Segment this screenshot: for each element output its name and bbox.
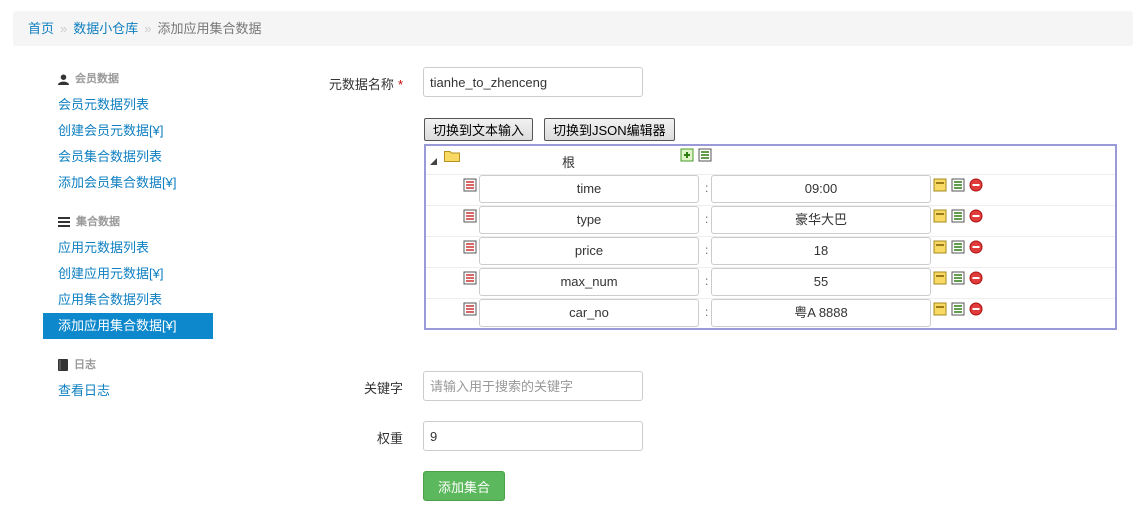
sidebar-item-add-member-collection[interactable]: 添加会员集合数据[¥]: [43, 170, 213, 196]
add-sibling-icon[interactable]: [933, 271, 947, 288]
row-list-icon[interactable]: [463, 302, 477, 319]
sidebar-item-create-member-meta[interactable]: 创建会员元数据[¥]: [43, 118, 213, 144]
add-child-icon[interactable]: [951, 240, 965, 257]
row-list-icon[interactable]: [463, 271, 477, 288]
sidebar-header-log: 日志: [43, 352, 213, 378]
sidebar-group-log: 日志 查看日志: [43, 352, 213, 404]
weight-input[interactable]: [423, 421, 643, 451]
row-key-input[interactable]: max_num: [479, 268, 699, 296]
json-editor-row: price : 18: [426, 236, 1115, 268]
sidebar-item-app-collection-list[interactable]: 应用集合数据列表: [43, 287, 213, 313]
list-icon: [58, 217, 70, 227]
delete-icon[interactable]: [969, 271, 983, 288]
row-key-input[interactable]: car_no: [479, 299, 699, 327]
add-child-icon[interactable]: [951, 302, 965, 319]
json-editor-row: type : 豪华大巴: [426, 205, 1115, 237]
breadcrumb-separator: »: [144, 21, 152, 36]
json-editor-row: car_no : 粤A 8888: [426, 298, 1115, 329]
row-list-icon[interactable]: [463, 209, 477, 226]
add-sibling-icon[interactable]: [933, 240, 947, 257]
row-separator: :: [705, 212, 709, 226]
row-separator: :: [705, 243, 709, 257]
sidebar-header-collection: 集合数据: [43, 209, 213, 235]
user-icon: [58, 73, 69, 85]
json-editor-row: max_num : 55: [426, 267, 1115, 299]
row-value-input[interactable]: 粤A 8888: [711, 299, 931, 327]
sidebar: 会员数据 会员元数据列表 创建会员元数据[¥] 会员集合数据列表 添加会员集合数…: [43, 66, 213, 417]
row-value-input[interactable]: 09:00: [711, 175, 931, 203]
json-editor: 根 time : 09:00 type : 豪华大巴 price : 18 ma…: [424, 144, 1117, 330]
row-key-input[interactable]: type: [479, 206, 699, 234]
sidebar-item-create-app-meta[interactable]: 创建应用元数据[¥]: [43, 261, 213, 287]
sidebar-header-member: 会员数据: [43, 66, 213, 92]
folder-icon: [444, 150, 460, 165]
row-separator: :: [705, 305, 709, 319]
add-node-icon[interactable]: [680, 148, 694, 165]
sidebar-header-label: 会员数据: [75, 73, 119, 85]
sidebar-item-add-app-collection[interactable]: 添加应用集合数据[¥]: [43, 313, 213, 339]
row-value-input[interactable]: 豪华大巴: [711, 206, 931, 234]
sidebar-item-member-collection-list[interactable]: 会员集合数据列表: [43, 144, 213, 170]
delete-icon[interactable]: [969, 178, 983, 195]
add-child-icon[interactable]: [698, 148, 712, 165]
sidebar-header-label: 日志: [74, 359, 96, 371]
breadcrumb-data-warehouse[interactable]: 数据小仓库: [73, 21, 138, 36]
root-label: 根: [562, 155, 576, 170]
breadcrumb-home[interactable]: 首页: [28, 21, 54, 36]
delete-icon[interactable]: [969, 302, 983, 319]
switch-to-text-button[interactable]: 切换到文本输入: [424, 118, 534, 141]
collapse-triangle-icon[interactable]: [430, 153, 437, 168]
sidebar-item-member-meta-list[interactable]: 会员元数据列表: [43, 92, 213, 118]
add-child-icon[interactable]: [951, 178, 965, 195]
row-separator: :: [705, 181, 709, 195]
row-value-input[interactable]: 18: [711, 237, 931, 265]
weight-label: 权重: [376, 431, 403, 446]
row-separator: :: [705, 274, 709, 288]
keyword-label: 关键字: [363, 381, 403, 396]
json-editor-row: time : 09:00: [426, 174, 1115, 206]
row-key-input[interactable]: price: [479, 237, 699, 265]
add-child-icon[interactable]: [951, 271, 965, 288]
breadcrumb-current: 添加应用集合数据: [157, 21, 262, 36]
add-sibling-icon[interactable]: [933, 178, 947, 195]
row-key-input[interactable]: time: [479, 175, 699, 203]
switch-to-json-button[interactable]: 切换到JSON编辑器: [544, 118, 675, 141]
meta-name-label-text: 元数据名称: [328, 77, 394, 92]
book-icon: [58, 359, 68, 371]
add-collection-button[interactable]: 添加集合: [423, 471, 505, 501]
sidebar-group-collection: 集合数据 应用元数据列表 创建应用元数据[¥] 应用集合数据列表 添加应用集合数…: [43, 209, 213, 339]
breadcrumb: 首页 » 数据小仓库 » 添加应用集合数据: [13, 11, 1133, 46]
sidebar-item-app-meta-list[interactable]: 应用元数据列表: [43, 235, 213, 261]
add-sibling-icon[interactable]: [933, 302, 947, 319]
delete-icon[interactable]: [969, 209, 983, 226]
required-mark: *: [397, 77, 403, 92]
row-list-icon[interactable]: [463, 178, 477, 195]
meta-name-input[interactable]: [423, 67, 643, 97]
json-editor-root-row: 根: [426, 146, 1115, 175]
sidebar-header-label: 集合数据: [76, 216, 120, 228]
row-list-icon[interactable]: [463, 240, 477, 257]
add-child-icon[interactable]: [951, 209, 965, 226]
keyword-input[interactable]: [423, 371, 643, 401]
row-value-input[interactable]: 55: [711, 268, 931, 296]
add-sibling-icon[interactable]: [933, 209, 947, 226]
sidebar-item-view-log[interactable]: 查看日志: [43, 378, 213, 404]
breadcrumb-separator: »: [60, 21, 68, 36]
meta-name-label: 元数据名称 *: [283, 74, 403, 93]
sidebar-group-member: 会员数据 会员元数据列表 创建会员元数据[¥] 会员集合数据列表 添加会员集合数…: [43, 66, 213, 196]
delete-icon[interactable]: [969, 240, 983, 257]
